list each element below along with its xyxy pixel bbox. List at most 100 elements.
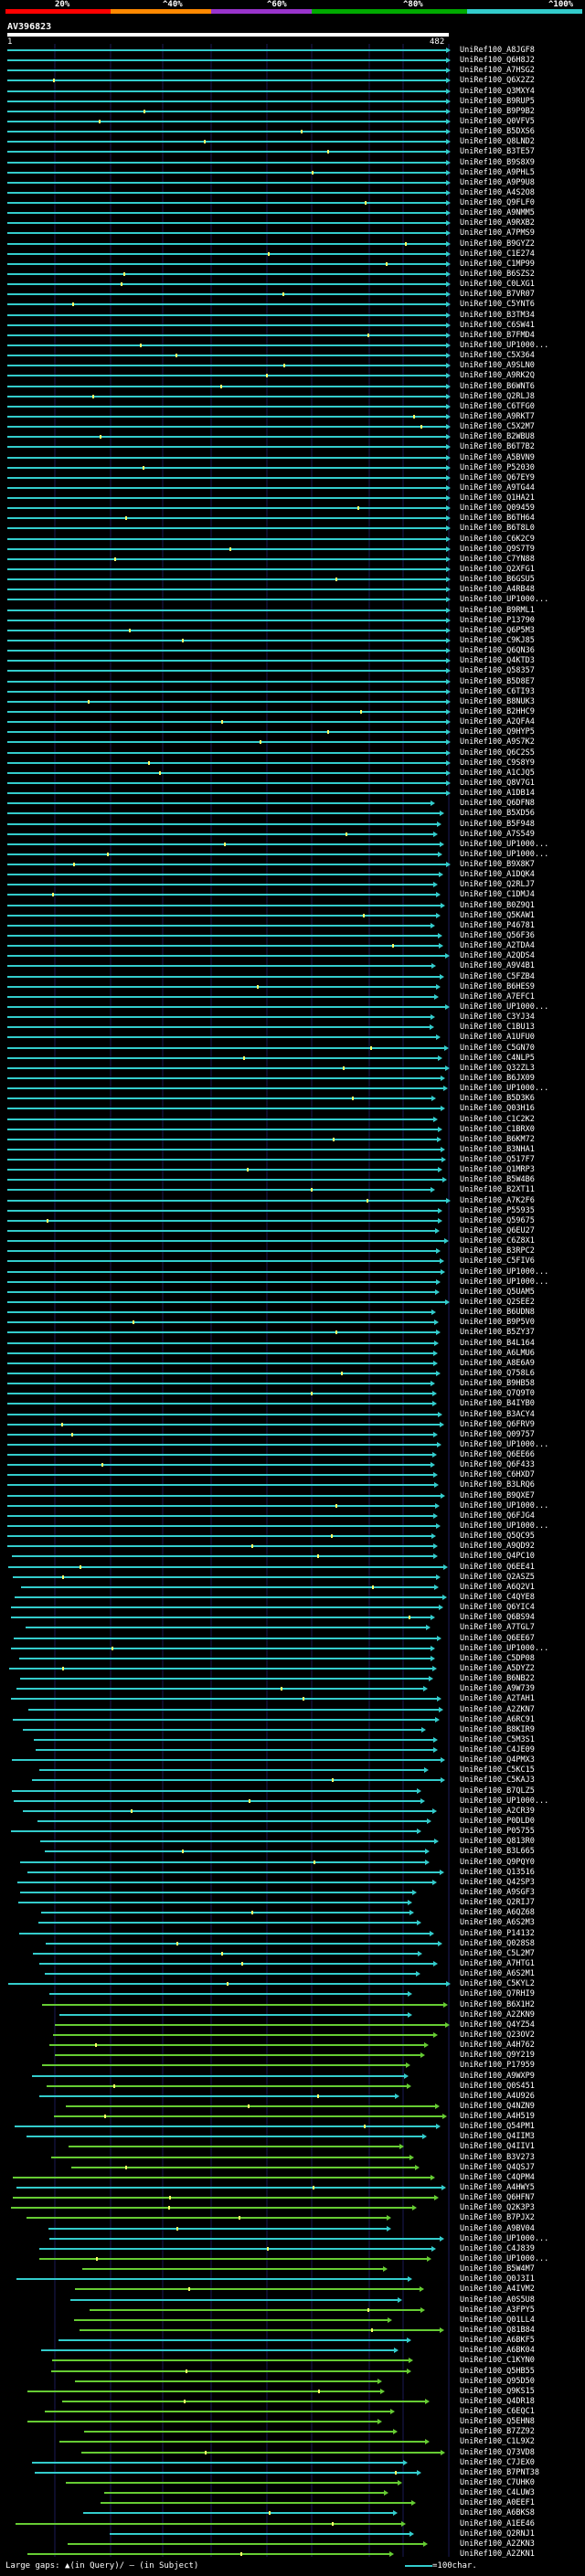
hit-label[interactable]: UniRef100_A7K2F6 <box>460 1196 583 1205</box>
hit-label[interactable]: UniRef100_UP1000... <box>460 1501 583 1511</box>
hit-label[interactable]: UniRef100_B6T8L0 <box>460 524 583 533</box>
hit-label[interactable]: UniRef100_Q1MRP3 <box>460 1165 583 1174</box>
hit-label[interactable]: UniRef100_Q028S8 <box>460 1939 583 1948</box>
hit-label[interactable]: UniRef100_Q5EHN8 <box>460 2417 583 2426</box>
hit-label[interactable]: UniRef100_P55935 <box>460 1206 583 1215</box>
hit-label[interactable]: UniRef100_Q09459 <box>460 504 583 513</box>
hit-label[interactable]: UniRef100_Q6BS94 <box>460 1613 583 1622</box>
hit-label[interactable]: UniRef100_A9SLN0 <box>460 361 583 370</box>
hit-label[interactable]: UniRef100_Q6EU27 <box>460 1226 583 1235</box>
hit-label[interactable]: UniRef100_UP1000... <box>460 850 583 859</box>
hit-label[interactable]: UniRef100_Q4IIV1 <box>460 2142 583 2151</box>
hit-label[interactable]: UniRef100_A1CJQ5 <box>460 769 583 778</box>
hit-label[interactable]: UniRef100_Q9HYP5 <box>460 727 583 737</box>
hit-label[interactable]: UniRef100_B2HHC9 <box>460 707 583 716</box>
hit-label[interactable]: UniRef100_B9QXE7 <box>460 1491 583 1500</box>
hit-label[interactable]: UniRef100_B3TE57 <box>460 147 583 156</box>
hit-label[interactable]: UniRef100_A9PHL5 <box>460 168 583 177</box>
hit-label[interactable]: UniRef100_Q4IIM3 <box>460 2132 583 2141</box>
hit-label[interactable]: UniRef100_A4H519 <box>460 2112 583 2121</box>
hit-label[interactable]: UniRef100_UP1000... <box>460 1644 583 1653</box>
hit-label[interactable]: UniRef100_C1L9X2 <box>460 2437 583 2446</box>
hit-label[interactable]: UniRef100_A6LMU6 <box>460 1349 583 1358</box>
hit-label[interactable]: UniRef100_C5X364 <box>460 351 583 360</box>
hit-label[interactable]: UniRef100_Q6H8J2 <box>460 56 583 65</box>
hit-label[interactable]: UniRef100_A9RKT7 <box>460 412 583 421</box>
hit-label[interactable]: UniRef100_A6S2M3 <box>460 1918 583 1927</box>
hit-label[interactable]: UniRef100_Q0VFV5 <box>460 117 583 126</box>
hit-label[interactable]: UniRef100_B2WBU8 <box>460 432 583 441</box>
hit-label[interactable]: UniRef100_B6UDN8 <box>460 1308 583 1317</box>
hit-label[interactable]: UniRef100_B9RUP5 <box>460 97 583 106</box>
hit-label[interactable]: UniRef100_C5X2M7 <box>460 422 583 431</box>
hit-label[interactable]: UniRef100_C6TFG0 <box>460 402 583 411</box>
hit-label[interactable]: UniRef100_A7HSG2 <box>460 66 583 75</box>
hit-label[interactable]: UniRef100_Q03H16 <box>460 1104 583 1113</box>
hit-label[interactable]: UniRef100_B9HB58 <box>460 1379 583 1388</box>
hit-label[interactable]: UniRef100_A7S549 <box>460 830 583 839</box>
hit-label[interactable]: UniRef100_C4QPM4 <box>460 2173 583 2182</box>
hit-label[interactable]: UniRef100_C9S8Y9 <box>460 758 583 768</box>
hit-label[interactable]: UniRef100_B4L164 <box>460 1339 583 1348</box>
hit-label[interactable]: UniRef100_Q8V7G1 <box>460 779 583 788</box>
hit-label[interactable]: UniRef100_Q6X2Z2 <box>460 76 583 85</box>
hit-label[interactable]: UniRef100_B0Z9Q1 <box>460 901 583 910</box>
hit-label[interactable]: UniRef100_C1C2K2 <box>460 1115 583 1124</box>
hit-label[interactable]: UniRef100_C5KC15 <box>460 1765 583 1775</box>
hit-label[interactable]: UniRef100_Q813R0 <box>460 1837 583 1846</box>
hit-label[interactable]: UniRef100_UP1000... <box>460 2234 583 2243</box>
hit-label[interactable]: UniRef100_Q5QC95 <box>460 1532 583 1541</box>
hit-label[interactable]: UniRef100_C1BU13 <box>460 1023 583 1032</box>
hit-label[interactable]: UniRef100_C5KYL2 <box>460 1979 583 1988</box>
hit-label[interactable]: UniRef100_A9TG44 <box>460 483 583 493</box>
hit-label[interactable]: UniRef100_A6BKS8 <box>460 2508 583 2518</box>
hit-label[interactable]: UniRef100_C9KJ85 <box>460 636 583 645</box>
hit-label[interactable]: UniRef100_B6SZS2 <box>460 270 583 279</box>
hit-label[interactable]: UniRef100_A9SGF3 <box>460 1888 583 1897</box>
hit-label[interactable]: UniRef100_A2TAH1 <box>460 1694 583 1703</box>
hit-label[interactable]: UniRef100_Q4PMX3 <box>460 1755 583 1765</box>
hit-label[interactable]: UniRef100_A5DYZ2 <box>460 1664 583 1673</box>
hit-label[interactable]: UniRef100_Q2RLJ8 <box>460 392 583 401</box>
hit-label[interactable]: UniRef100_B5W4B6 <box>460 1175 583 1184</box>
hit-label[interactable]: UniRef100_UP1000... <box>460 1521 583 1531</box>
hit-label[interactable]: UniRef100_Q09757 <box>460 1430 583 1439</box>
hit-label[interactable]: UniRef100_Q6P5M3 <box>460 626 583 635</box>
hit-label[interactable]: UniRef100_B9S8X9 <box>460 158 583 167</box>
hit-label[interactable]: UniRef100_P46781 <box>460 921 583 930</box>
hit-label[interactable]: UniRef100_C6SW41 <box>460 321 583 330</box>
hit-label[interactable]: UniRef100_Q2SEE2 <box>460 1298 583 1307</box>
hit-label[interactable]: UniRef100_C1E274 <box>460 249 583 259</box>
hit-label[interactable]: UniRef100_C5FZB4 <box>460 972 583 981</box>
hit-label[interactable]: UniRef100_Q32ZL3 <box>460 1064 583 1073</box>
hit-label[interactable]: UniRef100_Q81B84 <box>460 2326 583 2335</box>
hit-label[interactable]: UniRef100_A4IVM2 <box>460 2284 583 2294</box>
hit-label[interactable]: UniRef100_B9P5V0 <box>460 1318 583 1327</box>
hit-label[interactable]: UniRef100_Q67EY9 <box>460 473 583 482</box>
hit-label[interactable]: UniRef100_Q7RHI9 <box>460 1989 583 1998</box>
hit-label[interactable]: UniRef100_UP1000... <box>460 341 583 350</box>
hit-label[interactable]: UniRef100_Q4NZN9 <box>460 2102 583 2111</box>
hit-label[interactable]: UniRef100_C5L2M7 <box>460 1949 583 1958</box>
hit-label[interactable]: UniRef100_P14132 <box>460 1929 583 1938</box>
hit-label[interactable]: UniRef100_Q6EE67 <box>460 1634 583 1643</box>
hit-label[interactable]: UniRef100_A9W739 <box>460 1684 583 1693</box>
hit-label[interactable]: UniRef100_A7TGL7 <box>460 1623 583 1632</box>
hit-label[interactable]: UniRef100_A7PMS9 <box>460 228 583 238</box>
hit-label[interactable]: UniRef100_A6BK04 <box>460 2346 583 2355</box>
hit-label[interactable]: UniRef100_B9P9B2 <box>460 107 583 116</box>
hit-label[interactable]: UniRef100_Q6FJG4 <box>460 1511 583 1521</box>
hit-label[interactable]: UniRef100_Q6EE66 <box>460 1450 583 1459</box>
hit-label[interactable]: UniRef100_Q54PM1 <box>460 2122 583 2131</box>
hit-label[interactable]: UniRef100_Q9Y219 <box>460 2051 583 2060</box>
hit-label[interactable]: UniRef100_C5GN70 <box>460 1044 583 1053</box>
hit-label[interactable]: UniRef100_UP1000... <box>460 595 583 604</box>
hit-label[interactable]: UniRef100_Q23OV2 <box>460 2030 583 2040</box>
hit-label[interactable]: UniRef100_Q4YZ54 <box>460 2020 583 2030</box>
hit-label[interactable]: UniRef100_B6X1H2 <box>460 2000 583 2009</box>
hit-label[interactable]: UniRef100_Q6DFN8 <box>460 799 583 808</box>
hit-label[interactable]: UniRef100_A9NMM5 <box>460 208 583 217</box>
hit-label[interactable]: UniRef100_C6EQC1 <box>460 2407 583 2416</box>
hit-label[interactable]: UniRef100_A1DQK4 <box>460 870 583 879</box>
hit-label[interactable]: UniRef100_Q9FLF0 <box>460 198 583 207</box>
